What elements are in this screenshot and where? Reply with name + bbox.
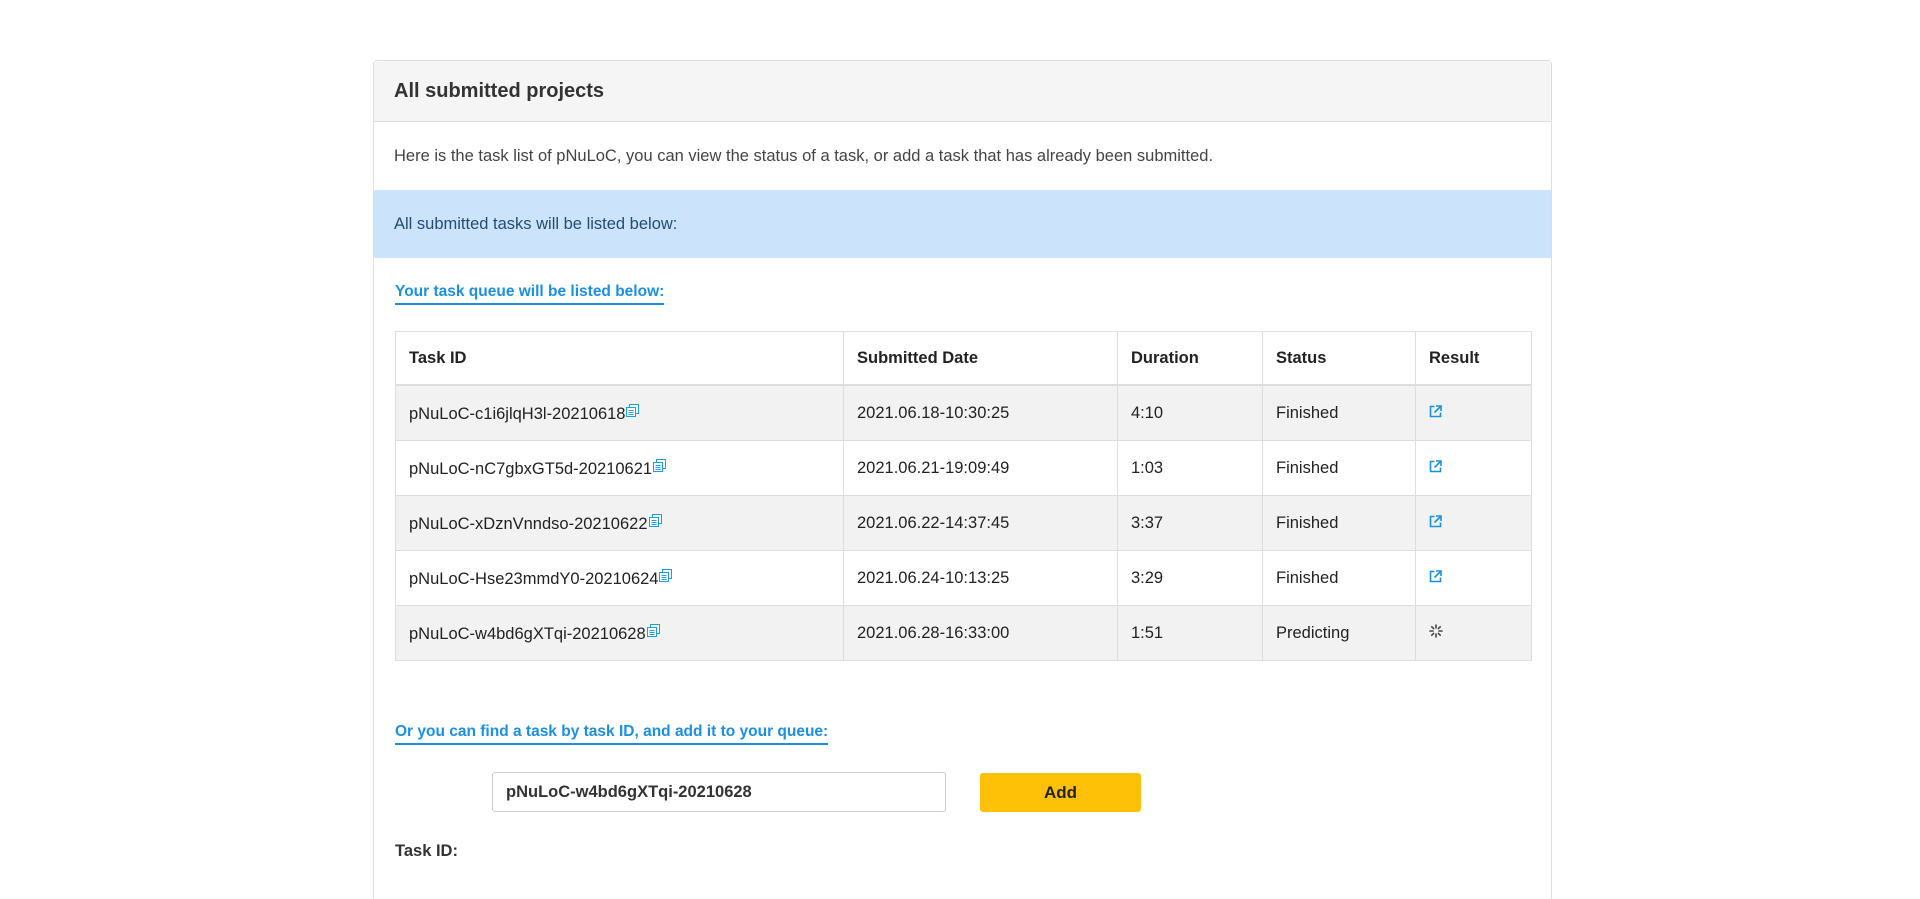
task-id-cell: pNuLoC-w4bd6gXTqi-20210628 [395, 605, 844, 661]
task-id-cell: pNuLoC-xDznVnndso-20210622 [395, 495, 844, 551]
table-header-row: Task ID Submitted Date Duration Status R… [395, 331, 1532, 386]
table-row: pNuLoC-xDznVnndso-20210622 2021.06.22-14:… [395, 495, 1532, 551]
result-cell [1415, 550, 1532, 606]
external-link-icon[interactable] [1429, 514, 1442, 533]
result-cell [1415, 384, 1532, 441]
duration-cell: 4:10 [1117, 384, 1263, 441]
task-id-text: pNuLoC-Hse23mmdY0-20210624 [409, 569, 659, 588]
table-row: pNuLoC-c1i6jlqH3l-20210618 2021.06.18-10:… [395, 384, 1532, 441]
table-row: pNuLoC-Hse23mmdY0-20210624 2021.06.24-10:… [395, 550, 1532, 606]
header-status: Status [1262, 331, 1416, 386]
projects-panel: All submitted projects Here is the task … [373, 60, 1552, 899]
task-id-text: pNuLoC-w4bd6gXTqi-20210628 [409, 624, 646, 643]
result-cell [1415, 495, 1532, 551]
header-result: Result [1415, 331, 1532, 386]
task-id-input[interactable] [492, 772, 946, 812]
find-task-link[interactable]: Or you can find a task by task ID, and a… [395, 723, 829, 745]
status-cell: Finished [1262, 440, 1416, 496]
header-task-id: Task ID [395, 331, 844, 386]
duration-cell: 1:51 [1117, 605, 1263, 661]
duration-cell: 3:37 [1117, 495, 1263, 551]
info-alert: All submitted tasks will be listed below… [374, 190, 1551, 258]
status-cell: Finished [1262, 550, 1416, 606]
copy-icon[interactable] [646, 623, 660, 642]
status-cell: Finished [1262, 495, 1416, 551]
table-row: pNuLoC-w4bd6gXTqi-20210628 2021.06.28-16:… [395, 605, 1532, 661]
copy-icon[interactable] [653, 458, 667, 477]
external-link-icon[interactable] [1429, 459, 1442, 478]
intro-text: Here is the task list of pNuLoC, you can… [394, 146, 1214, 165]
external-link-icon[interactable] [1429, 404, 1442, 423]
task-table: Task ID Submitted Date Duration Status R… [395, 331, 1532, 661]
table-row: pNuLoC-nC7gbxGT5d-20210621 2021.06.21-19:… [395, 440, 1532, 496]
submitted-date-cell: 2021.06.22-14:37:45 [843, 495, 1118, 551]
task-id-text: pNuLoC-c1i6jlqH3l-20210618 [409, 404, 626, 423]
status-cell: Finished [1262, 384, 1416, 441]
header-duration: Duration [1117, 331, 1263, 386]
copy-icon[interactable] [659, 568, 673, 587]
task-id-cell: pNuLoC-nC7gbxGT5d-20210621 [395, 440, 844, 496]
result-cell [1415, 605, 1532, 661]
submitted-date-cell: 2021.06.21-19:09:49 [843, 440, 1118, 496]
task-id-text: pNuLoC-nC7gbxGT5d-20210621 [409, 459, 653, 478]
external-link-icon[interactable] [1429, 569, 1442, 588]
task-id-text: pNuLoC-xDznVnndso-20210622 [409, 514, 648, 533]
add-button[interactable]: Add [980, 773, 1141, 812]
status-cell: Predicting [1262, 605, 1416, 661]
duration-cell: 3:29 [1117, 550, 1263, 606]
task-id-cell: pNuLoC-c1i6jlqH3l-20210618 [395, 384, 844, 441]
task-id-label: Task ID: [395, 842, 458, 860]
result-cell [1415, 440, 1532, 496]
task-rows: pNuLoC-c1i6jlqH3l-20210618 2021.06.18-10:… [395, 384, 1532, 661]
duration-cell: 1:03 [1117, 440, 1263, 496]
panel-title: All submitted projects [374, 61, 1551, 122]
submitted-date-cell: 2021.06.18-10:30:25 [843, 384, 1118, 441]
copy-icon[interactable] [626, 403, 640, 422]
header-submitted-date: Submitted Date [843, 331, 1118, 386]
submitted-date-cell: 2021.06.28-16:33:00 [843, 605, 1118, 661]
task-queue-link[interactable]: Your task queue will be listed below: [395, 283, 665, 305]
copy-icon[interactable] [648, 513, 662, 532]
task-id-cell: pNuLoC-Hse23mmdY0-20210624 [395, 550, 844, 606]
submitted-date-cell: 2021.06.24-10:13:25 [843, 550, 1118, 606]
spinner-icon [1429, 623, 1443, 643]
